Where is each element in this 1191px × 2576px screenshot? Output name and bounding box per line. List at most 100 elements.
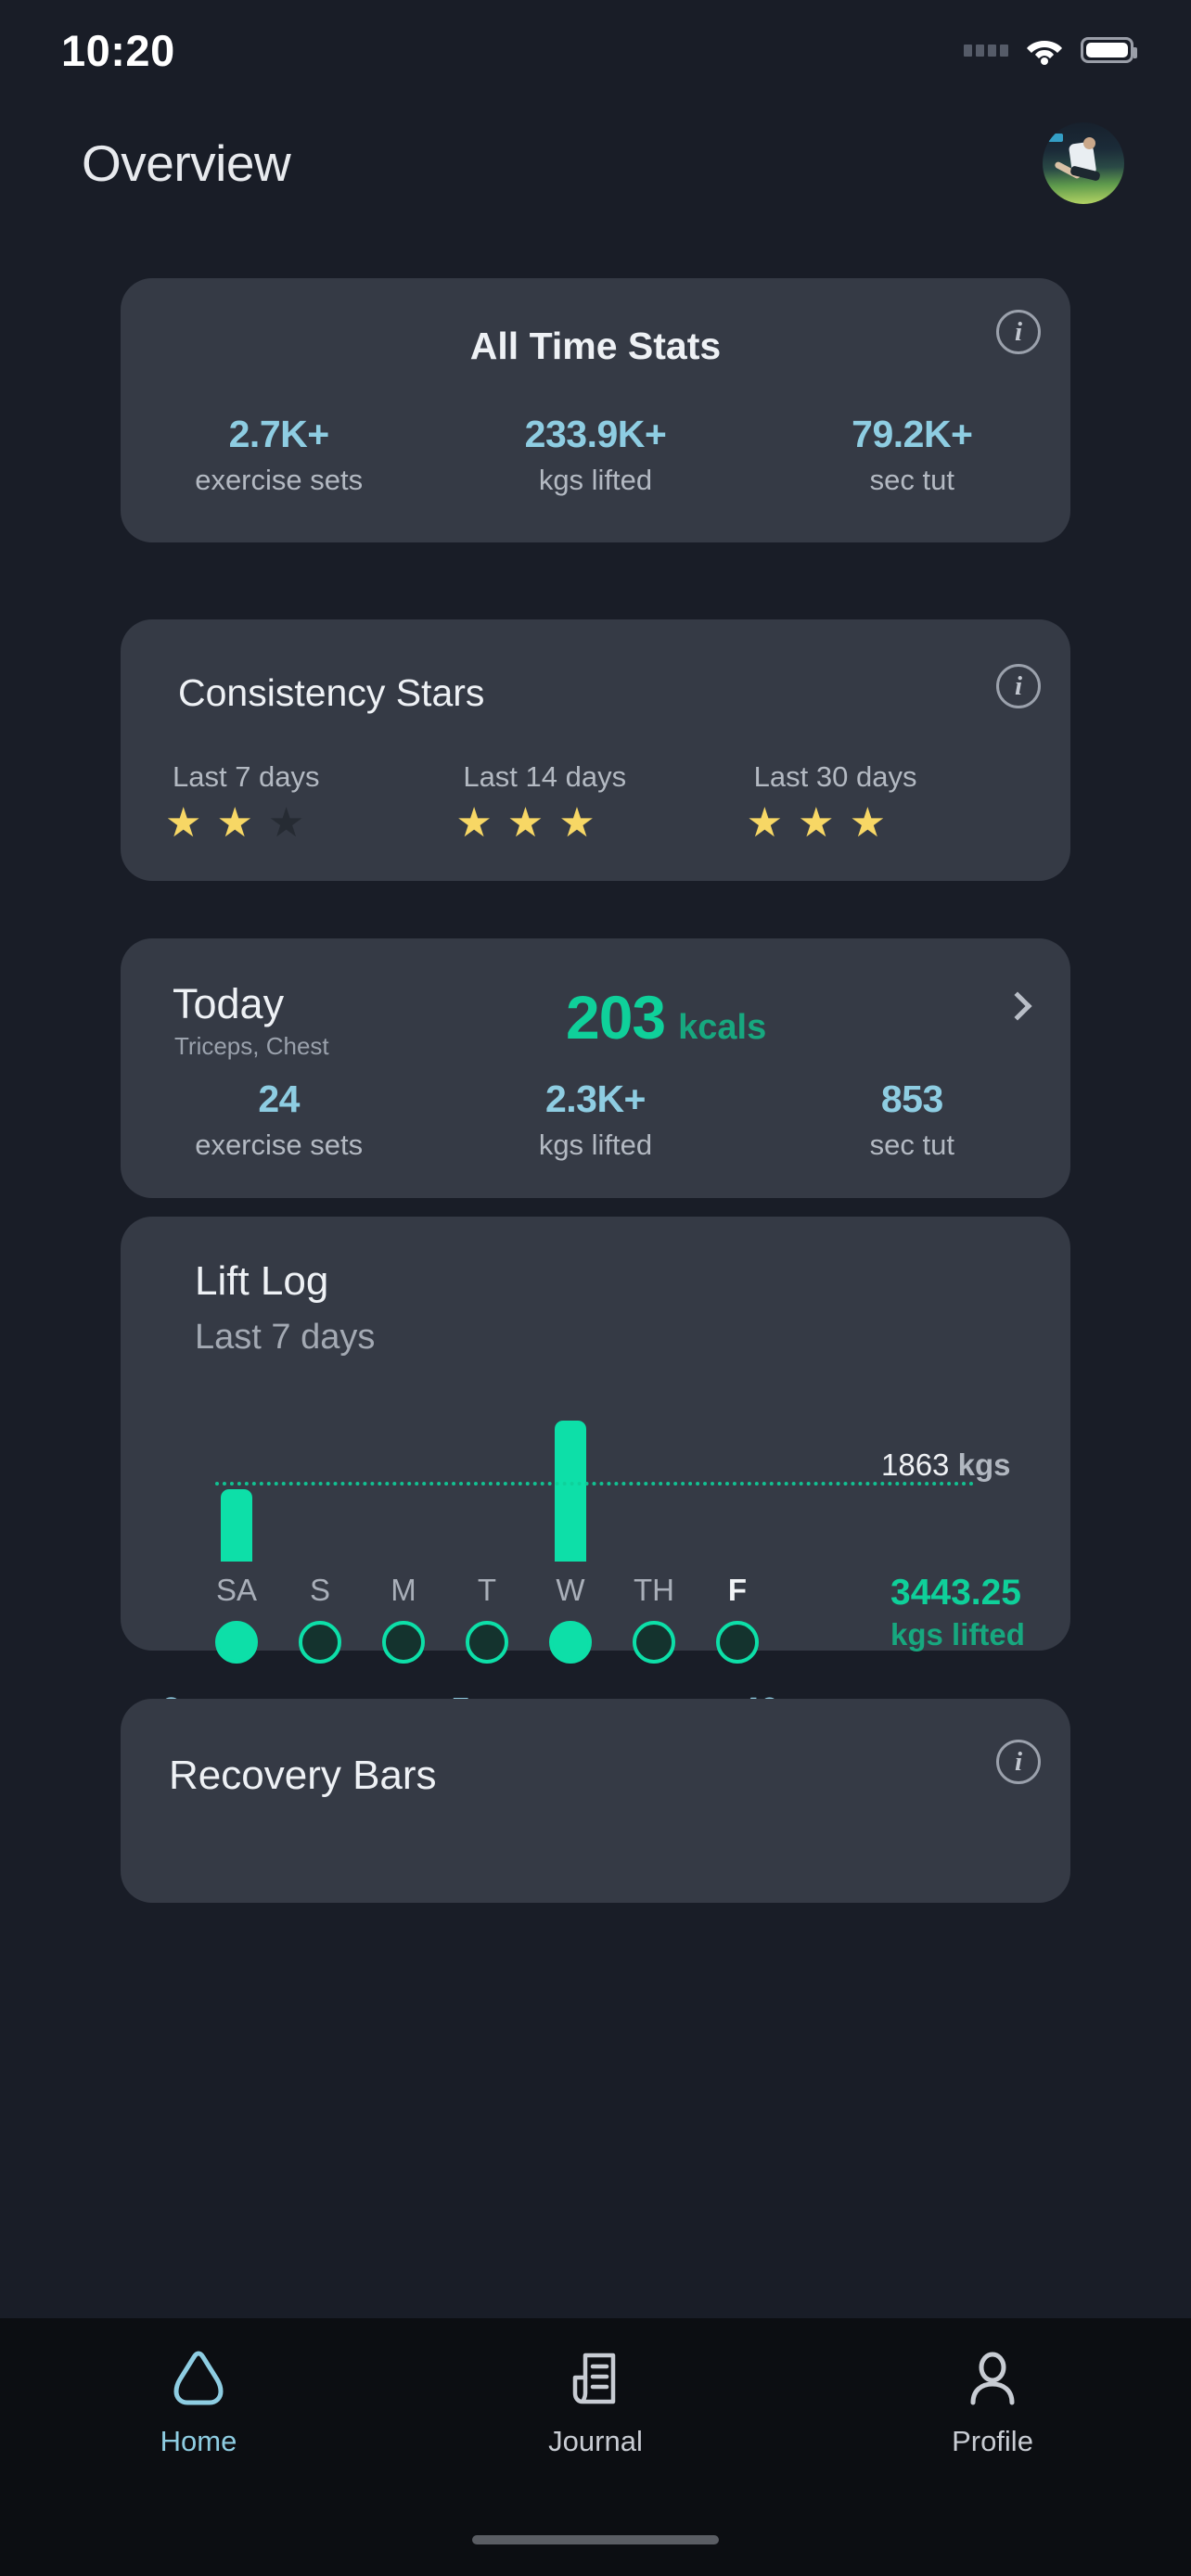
- today-card[interactable]: Today Triceps, Chest 203 kcals 24 exerci…: [121, 938, 1070, 1198]
- chart-day-markers: SA S M T W TH F: [195, 1573, 779, 1664]
- day-dot-empty: [466, 1621, 508, 1664]
- status-bar: 10:20: [0, 0, 1191, 100]
- stat-value: 2.7K+: [228, 413, 330, 455]
- today-kcals-unit: kcals: [678, 1008, 767, 1047]
- tab-home-label: Home: [160, 2425, 237, 2457]
- today-title: Today: [173, 980, 285, 1027]
- lift-log-total-value: 3443.25: [890, 1573, 1021, 1613]
- stat-label: exercise sets: [195, 464, 364, 496]
- tab-profile-label: Profile: [952, 2425, 1033, 2457]
- page-title: Overview: [82, 134, 291, 192]
- star-rating: ★ ★ ★: [450, 803, 740, 844]
- chart-bars: [195, 1395, 779, 1562]
- today-subtitle: Triceps, Chest: [174, 1032, 329, 1060]
- signal-dots-icon: [964, 44, 1008, 57]
- star-icon: ★: [798, 800, 835, 846]
- chart-bar-slot: [195, 1395, 278, 1562]
- tab-journal[interactable]: Journal: [397, 2318, 794, 2476]
- star-icon: ★: [165, 800, 202, 846]
- recovery-bars-card[interactable]: Recovery Bars i: [121, 1699, 1070, 1903]
- chart-day-marker: S: [278, 1573, 362, 1664]
- today-stats-row: 24 exercise sets 2.3K+ kgs lifted 853 se…: [121, 1078, 1070, 1162]
- info-icon[interactable]: i: [996, 664, 1041, 708]
- consistency-stars-card[interactable]: Consistency Stars i Last 7 days ★ ★ ★ La…: [121, 619, 1070, 881]
- star-rating: ★ ★ ★: [160, 803, 450, 844]
- chevron-right-icon[interactable]: [1003, 991, 1032, 1021]
- tab-profile[interactable]: Profile: [794, 2318, 1191, 2476]
- lift-log-chart: 1863 kgs: [195, 1395, 1010, 1562]
- chart-average-line: [215, 1481, 974, 1486]
- chart-average-unit: kgs: [957, 1447, 1011, 1482]
- star-group-label: Last 14 days: [463, 760, 627, 793]
- stat-label: kgs lifted: [538, 464, 653, 496]
- scroll-content[interactable]: All Time Stats i 2.7K+ exercise sets 233…: [0, 278, 1191, 2235]
- chart-day-marker: T: [445, 1573, 529, 1664]
- chart-day-marker: SA: [195, 1573, 278, 1664]
- today-kcals-value: 203: [566, 983, 666, 1052]
- star-group-label: Last 7 days: [173, 760, 320, 793]
- stat-value: 79.2K+: [852, 413, 973, 455]
- day-dot-empty: [716, 1621, 759, 1664]
- stat-label: exercise sets: [195, 1129, 364, 1161]
- star-icon: ★: [849, 800, 887, 846]
- chart-bar-slot: [278, 1395, 362, 1562]
- journal-icon: [569, 2350, 622, 2412]
- star-icon: ★: [746, 800, 784, 846]
- chart-day-marker: W: [529, 1573, 612, 1664]
- chart-day-label: F: [727, 1573, 748, 1607]
- chart-day-marker: TH: [612, 1573, 696, 1664]
- tab-bar: Home Journal Profile: [0, 2318, 1191, 2576]
- stat-item: 79.2K+ sec tut: [754, 413, 1070, 497]
- stat-label: kgs lifted: [538, 1129, 653, 1161]
- star-icon: ★: [216, 800, 253, 846]
- consistency-stars-title: Consistency Stars: [178, 671, 485, 714]
- stat-label: sec tut: [869, 1129, 954, 1161]
- day-dot-filled: [549, 1621, 592, 1664]
- chart-day-marker: M: [362, 1573, 445, 1664]
- chart-bar: [555, 1421, 586, 1562]
- lift-log-total-unit: kgs lifted: [890, 1617, 1025, 1651]
- chart-day-label: W: [556, 1573, 585, 1607]
- page-header: Overview: [0, 119, 1191, 208]
- lift-log-card[interactable]: Lift Log Last 7 days 1863 kgs SA S M T W TH F …: [121, 1217, 1070, 1773]
- stat-item: 24 exercise sets: [121, 1078, 437, 1162]
- stat-value: 24: [258, 1078, 300, 1120]
- stat-value: 853: [880, 1078, 943, 1120]
- day-dot-empty: [382, 1621, 425, 1664]
- avatar[interactable]: [1043, 122, 1124, 204]
- chart-average-label: 1863 kgs: [881, 1447, 1010, 1483]
- battery-full-icon: [1081, 37, 1137, 63]
- star-icon: ★: [558, 800, 596, 846]
- star-groups: Last 7 days ★ ★ ★ Last 14 days ★ ★ ★ Las…: [121, 760, 1070, 844]
- info-icon[interactable]: i: [996, 310, 1041, 354]
- chart-day-label: S: [309, 1573, 330, 1607]
- star-group: Last 7 days ★ ★ ★: [160, 760, 450, 844]
- stat-item: 853 sec tut: [754, 1078, 1070, 1162]
- stat-label: sec tut: [869, 464, 954, 496]
- chart-average-value: 1863: [881, 1447, 950, 1482]
- lift-log-total: 3443.25 kgs lifted: [890, 1573, 1025, 1652]
- chart-bar: [221, 1489, 252, 1562]
- status-time: 10:20: [61, 25, 175, 75]
- chart-day-label: M: [391, 1573, 416, 1607]
- star-icon: ★: [506, 800, 544, 846]
- star-group: Last 30 days ★ ★ ★: [741, 760, 1031, 844]
- lift-log-title: Lift Log: [195, 1258, 329, 1304]
- chart-bar-slot: [612, 1395, 696, 1562]
- chart-bar-slot: [529, 1395, 612, 1562]
- recovery-bars-title: Recovery Bars: [169, 1753, 437, 1798]
- profile-icon: [966, 2350, 1019, 2412]
- lift-log-subtitle: Last 7 days: [195, 1318, 376, 1357]
- today-kcals: 203 kcals: [566, 982, 766, 1052]
- stat-item: 2.3K+ kgs lifted: [437, 1078, 753, 1162]
- tab-journal-label: Journal: [548, 2425, 643, 2457]
- star-icon: ★: [267, 800, 305, 846]
- wifi-icon: [1025, 35, 1064, 65]
- tab-home[interactable]: Home: [0, 2318, 397, 2476]
- star-icon: ★: [455, 800, 493, 846]
- star-group-label: Last 30 days: [753, 760, 917, 793]
- all-time-stats-card[interactable]: All Time Stats i 2.7K+ exercise sets 233…: [121, 278, 1070, 542]
- star-group: Last 14 days ★ ★ ★: [450, 760, 740, 844]
- day-dot-empty: [299, 1621, 341, 1664]
- info-icon[interactable]: i: [996, 1740, 1041, 1784]
